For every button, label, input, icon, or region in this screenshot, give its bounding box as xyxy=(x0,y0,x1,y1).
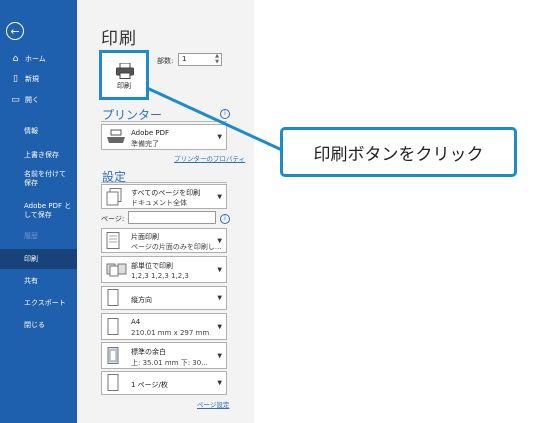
callout-annotation: 印刷ボタンをクリック xyxy=(280,127,517,177)
callout-text: 印刷ボタンをクリック xyxy=(313,144,484,165)
callout-connector xyxy=(146,86,283,152)
